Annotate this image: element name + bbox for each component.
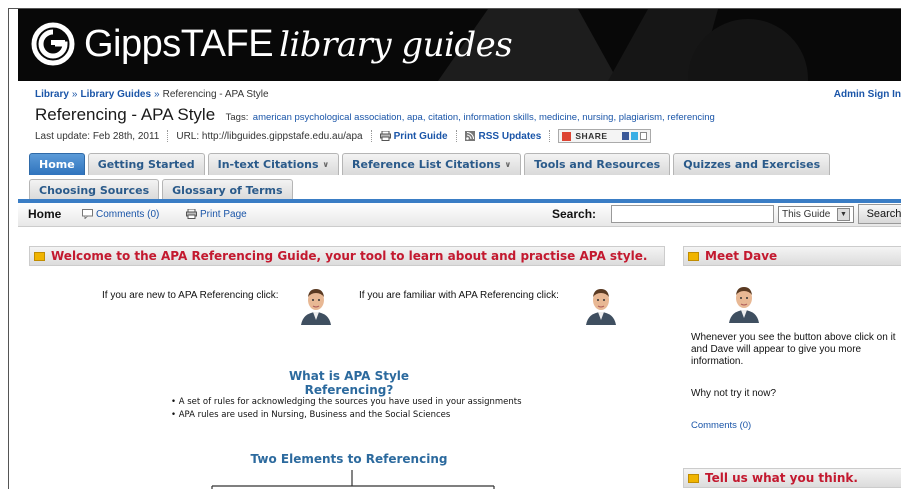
current-page-label: Home [28, 207, 62, 221]
guide-meta-line: Last update: Feb 28th, 2011 URL: http://… [35, 129, 651, 143]
tab-home[interactable]: Home [29, 153, 85, 175]
brand-subtitle: library guides [279, 25, 513, 65]
tags-list[interactable]: american psychological association, apa,… [253, 112, 715, 123]
print-guide-link[interactable]: Print Guide [394, 131, 448, 142]
search-button[interactable]: Search [858, 204, 901, 224]
printer-icon [379, 131, 391, 141]
tab-label: Glossary of Terms [172, 183, 283, 197]
rss-icon [464, 131, 475, 141]
welcome-box-header[interactable]: Welcome to the APA Referencing Guide, yo… [29, 246, 665, 266]
tab-choosing-sources[interactable]: Choosing Sources [29, 179, 160, 200]
tab-label: Reference List Citations [352, 158, 501, 171]
print-page-label: Print Page [200, 209, 247, 220]
guide-url: URL: http://libguides.gippstafe.edu.au/a… [176, 130, 363, 142]
tab-getting-started[interactable]: Getting Started [87, 153, 205, 175]
rss-updates-link[interactable]: RSS Updates [479, 131, 542, 142]
divider [549, 130, 551, 142]
two-elements-diagram [211, 470, 495, 489]
guide-title-line: Referencing - APA Style Tags: american p… [35, 105, 715, 125]
two-elements-heading: Two Elements to Referencing [250, 452, 448, 466]
divider [370, 130, 372, 142]
print-page-link[interactable]: Print Page [186, 209, 247, 220]
list-item: • A set of rules for acknowledging the s… [171, 397, 522, 407]
meet-dave-box-header[interactable]: Meet Dave [683, 246, 901, 266]
divider [455, 130, 457, 142]
chevron-down-icon: ∨ [322, 160, 330, 169]
folder-icon [688, 473, 699, 483]
familiar-user-prompt: If you are familiar with APA Referencing… [359, 290, 559, 301]
new-user-prompt: If you are new to APA Referencing click: [102, 290, 279, 301]
gippstafe-logo-icon [31, 22, 75, 66]
tags-label: Tags: [225, 112, 249, 123]
tab-in-text-citations[interactable]: In-text Citations ∨ [207, 153, 340, 175]
comments-label: Comments (0) [96, 209, 160, 220]
what-is-apa-heading: What is APA Style Referencing? [288, 369, 410, 397]
breadcrumb: Library» Library Guides» Referencing - APA… [35, 89, 269, 100]
tab-label: Home [39, 158, 75, 171]
last-update: Last update: Feb 28th, 2011 [35, 130, 160, 142]
feedback-heading: Tell us what you think. [705, 471, 858, 485]
tab-label: Quizzes and Exercises [683, 158, 821, 171]
dropdown-arrow-icon: ▼ [837, 208, 850, 221]
share-plus-icon [562, 131, 572, 141]
guide-tabs-row-1: Home Getting Started In-text Citations ∨ … [29, 153, 831, 175]
feedback-box-header[interactable]: Tell us what you think. [683, 468, 901, 488]
list-item: • APA rules are used in Nursing, Busines… [171, 410, 451, 420]
search-input[interactable] [611, 205, 774, 223]
breadcrumb-library-guides[interactable]: Library Guides [80, 89, 151, 100]
email-icon [639, 132, 647, 140]
share-button[interactable]: SHARE [558, 129, 651, 143]
browser-frame: GippsTAFE library guides Library» Library … [8, 8, 901, 489]
dave-avatar-new-button[interactable] [299, 285, 333, 325]
dave-try-text: Why not try it now? [691, 388, 777, 399]
meet-dave-heading: Meet Dave [705, 249, 778, 263]
search-scope-value: This Guide [782, 209, 831, 220]
breadcrumb-separator: » [154, 89, 160, 100]
dave-avatar-familiar-button[interactable] [584, 285, 618, 325]
admin-sign-in-link[interactable]: Admin Sign In [834, 89, 901, 100]
comment-icon [82, 209, 93, 220]
search-scope-select[interactable]: This Guide ▼ [778, 206, 854, 223]
tab-label: In-text Citations [217, 158, 319, 171]
apa-bullet-list: • A set of rules for acknowledging the s… [171, 396, 522, 422]
brand-name: GippsTAFE [84, 23, 274, 65]
printer-icon [186, 209, 197, 220]
share-label: SHARE [575, 131, 608, 141]
divider [167, 130, 169, 142]
facebook-icon [621, 132, 629, 140]
welcome-heading: Welcome to the APA Referencing Guide, yo… [51, 249, 648, 263]
breadcrumb-library[interactable]: Library [35, 89, 69, 100]
breadcrumb-separator: » [71, 89, 78, 100]
guide-tabs-row-2: Choosing Sources Glossary of Terms [29, 179, 293, 200]
tab-label: Getting Started [97, 158, 195, 171]
tab-quizzes-and-exercises[interactable]: Quizzes and Exercises [673, 153, 831, 175]
breadcrumb-current: Referencing - APA Style [162, 89, 269, 100]
tab-label: Tools and Resources [534, 158, 661, 171]
folder-icon [34, 251, 45, 261]
page-title: Referencing - APA Style [35, 105, 216, 124]
page-toolbar: Home Comments (0) Print Page Search: Thi… [18, 203, 901, 227]
tab-tools-and-resources[interactable]: Tools and Resources [524, 153, 671, 175]
dave-comments-link[interactable]: Comments (0) [691, 420, 751, 431]
site-logo-text[interactable]: GippsTAFE library guides [84, 23, 513, 66]
dave-avatar [729, 287, 759, 323]
search-label: Search: [552, 207, 597, 221]
folder-icon [688, 251, 699, 261]
site-banner: GippsTAFE library guides [18, 9, 901, 81]
dave-description: Whenever you see the button above click … [691, 332, 896, 367]
twitter-icon [630, 132, 638, 140]
chevron-down-icon: ∨ [504, 160, 512, 169]
tab-label: Choosing Sources [39, 183, 150, 197]
comments-link[interactable]: Comments (0) [82, 209, 159, 220]
tab-glossary-of-terms[interactable]: Glossary of Terms [162, 179, 293, 200]
tab-reference-list-citations[interactable]: Reference List Citations ∨ [342, 153, 522, 175]
